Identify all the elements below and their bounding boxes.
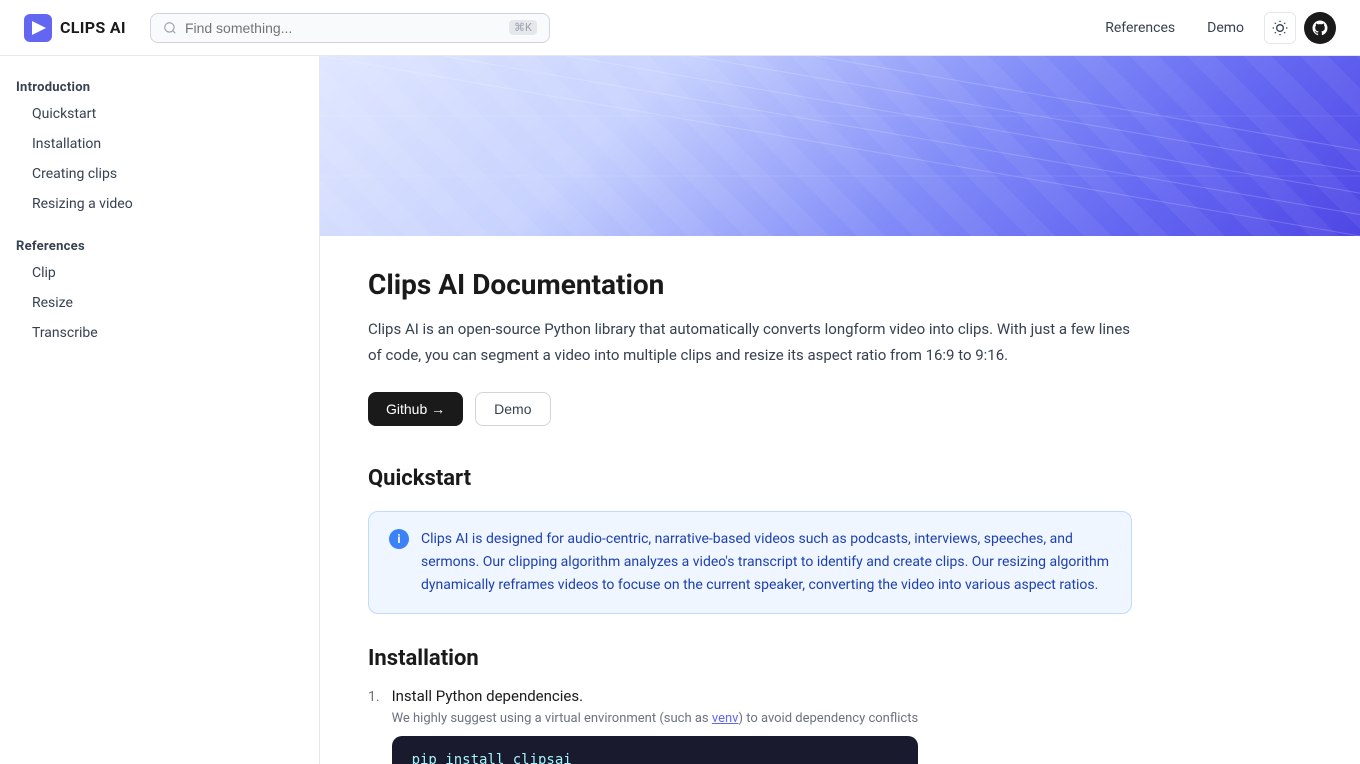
github-button[interactable]: Github →	[368, 392, 463, 426]
search-input[interactable]	[185, 20, 501, 36]
search-bar[interactable]: ⌘K	[150, 13, 550, 43]
sidebar-item-resizing-video[interactable]: Resizing a video	[0, 189, 319, 219]
sidebar: Introduction Quickstart Installation Cre…	[0, 56, 320, 764]
info-box: i Clips AI is designed for audio-centric…	[368, 511, 1132, 614]
install-step-1: 1. Install Python dependencies. We highl…	[368, 687, 1132, 764]
topnav: CLIPS AI ⌘K References Demo	[0, 0, 1360, 56]
demo-button[interactable]: Demo	[475, 392, 550, 426]
step-number: 1.	[368, 687, 380, 764]
references-link[interactable]: References	[1093, 14, 1187, 42]
step-label: Install Python dependencies.	[392, 687, 919, 705]
logo[interactable]: CLIPS AI	[24, 14, 126, 42]
content-body: Clips AI Documentation Clips AI is an op…	[320, 236, 1180, 764]
venv-link[interactable]: venv	[712, 711, 739, 726]
content-area: Clips AI Documentation Clips AI is an op…	[320, 56, 1360, 764]
step-note: We highly suggest using a virtual enviro…	[392, 711, 919, 726]
sidebar-item-resize[interactable]: Resize	[0, 288, 319, 318]
github-header-button[interactable]	[1304, 12, 1336, 44]
sidebar-section-intro: Introduction	[0, 72, 319, 99]
logo-text: CLIPS AI	[60, 18, 126, 37]
sidebar-item-installation[interactable]: Installation	[0, 129, 319, 159]
sidebar-item-transcribe[interactable]: Transcribe	[0, 318, 319, 348]
page-title: Clips AI Documentation	[368, 268, 1132, 301]
sidebar-section-references: References	[0, 231, 319, 258]
code-command: pip install clipsai	[412, 752, 572, 764]
theme-icon	[1272, 20, 1288, 36]
theme-toggle-button[interactable]	[1264, 12, 1296, 44]
info-icon: i	[389, 529, 409, 549]
nav-links: References Demo	[1093, 12, 1336, 44]
code-block: pip install clipsai	[392, 736, 919, 764]
btn-group: Github → Demo	[368, 392, 1132, 426]
github-icon	[1311, 19, 1329, 37]
sidebar-item-clip[interactable]: Clip	[0, 258, 319, 288]
step-note-post: ) to avoid dependency conflicts	[738, 711, 918, 726]
sidebar-item-quickstart[interactable]: Quickstart	[0, 99, 319, 129]
step-content: Install Python dependencies. We highly s…	[392, 687, 919, 764]
search-icon	[163, 21, 177, 35]
page-description: Clips AI is an open-source Python librar…	[368, 317, 1132, 368]
hero-decoration	[320, 56, 1360, 236]
demo-link[interactable]: Demo	[1195, 14, 1256, 42]
quickstart-title: Quickstart	[368, 466, 1132, 491]
installation-title: Installation	[368, 646, 1132, 671]
layout: Introduction Quickstart Installation Cre…	[0, 56, 1360, 764]
step-note-pre: We highly suggest using a virtual enviro…	[392, 711, 712, 726]
search-shortcut: ⌘K	[509, 20, 537, 35]
logo-icon	[24, 14, 52, 42]
hero-banner	[320, 56, 1360, 236]
info-text: Clips AI is designed for audio-centric, …	[421, 528, 1111, 597]
sidebar-item-creating-clips[interactable]: Creating clips	[0, 159, 319, 189]
